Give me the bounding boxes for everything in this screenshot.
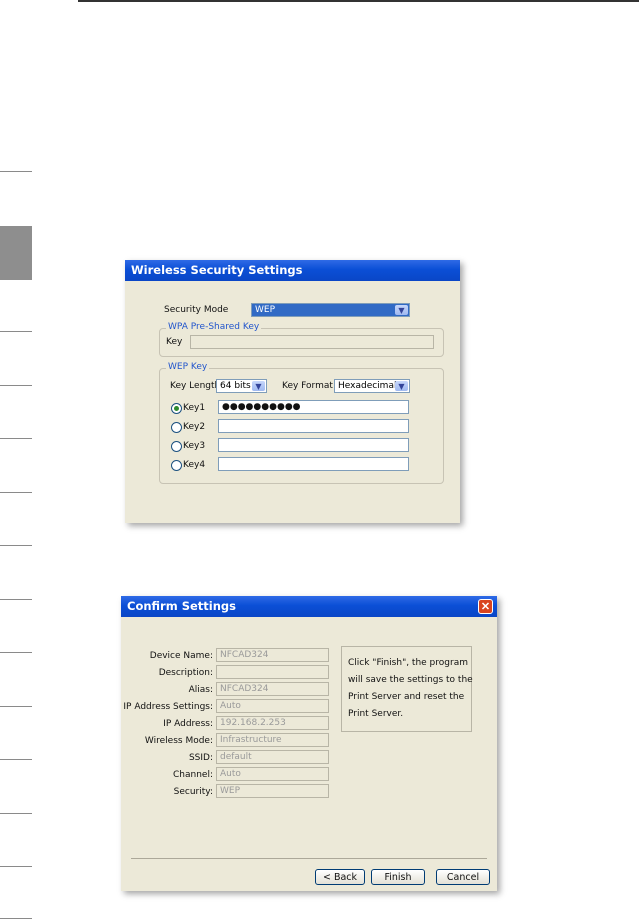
ssid-field: default <box>216 750 329 764</box>
side-divider <box>0 438 32 439</box>
key3-radio[interactable] <box>171 441 182 452</box>
side-divider <box>0 171 32 172</box>
side-divider <box>0 918 32 919</box>
confirm-settings-dialog: Confirm Settings ✕ Device Name: NFCAD324… <box>121 596 497 891</box>
wpa-group: WPA Pre-Shared Key Key <box>159 322 444 357</box>
field-label: Device Name: <box>149 651 213 661</box>
wpa-key-label: Key <box>166 337 183 347</box>
security-mode-value: WEP <box>255 305 276 315</box>
security-mode-select[interactable]: WEP ▼ <box>251 303 410 317</box>
field-label: IP Address Settings: <box>123 702 213 712</box>
key1-input[interactable]: ●●●●●●●●●● <box>218 400 409 414</box>
channel-field: Auto <box>216 767 329 781</box>
field-label: Wireless Mode: <box>144 736 213 746</box>
device-name-field: NFCAD324 <box>216 648 329 662</box>
key2-radio[interactable] <box>171 422 182 433</box>
key-length-select[interactable]: 64 bits ▼ <box>216 379 267 393</box>
key-length-value: 64 bits <box>220 381 251 391</box>
side-divider <box>0 652 32 653</box>
field-label: SSID: <box>188 753 213 763</box>
chevron-down-icon[interactable]: ▼ <box>395 305 408 315</box>
info-line: will save the settings to the <box>348 675 473 685</box>
key4-radio[interactable] <box>171 460 182 471</box>
security-mode-label: Security Mode <box>164 305 229 315</box>
field-label: Channel: <box>173 770 213 780</box>
close-icon[interactable]: ✕ <box>478 599 493 614</box>
side-divider <box>0 385 32 386</box>
dialog-title: Wireless Security Settings <box>131 263 303 277</box>
key-format-select[interactable]: Hexadecimal ▼ <box>334 379 410 393</box>
side-divider <box>0 813 32 814</box>
ip-address-field: 192.168.2.253 <box>216 716 329 730</box>
side-divider <box>0 706 32 707</box>
finish-button[interactable]: Finish <box>371 869 425 885</box>
key3-input[interactable] <box>218 438 409 452</box>
title-bar: Wireless Security Settings <box>125 260 460 281</box>
divider <box>131 858 487 859</box>
wep-group-title: WEP Key <box>166 362 210 372</box>
key-length-label: Key Length <box>170 381 221 391</box>
key1-radio[interactable] <box>171 403 182 414</box>
field-label: Security: <box>173 787 213 797</box>
dialog-title: Confirm Settings <box>127 599 236 613</box>
wpa-group-title: WPA Pre-Shared Key <box>166 322 262 332</box>
field-label: Description: <box>158 668 213 678</box>
key2-input[interactable] <box>218 419 409 433</box>
alias-field: NFCAD324 <box>216 682 329 696</box>
description-field <box>216 665 329 679</box>
top-rule <box>78 0 639 2</box>
chevron-down-icon[interactable]: ▼ <box>252 381 265 391</box>
side-divider <box>0 492 32 493</box>
key2-label: Key2 <box>183 422 206 432</box>
side-divider <box>0 331 32 332</box>
side-divider <box>0 866 32 867</box>
field-label: Alias: <box>188 685 213 695</box>
info-line: Print Server and reset the <box>348 692 465 702</box>
wireless-mode-field: Infrastructure <box>216 733 329 747</box>
wpa-key-input[interactable] <box>190 335 434 349</box>
security-field: WEP <box>216 784 329 798</box>
field-label: IP Address: <box>163 719 213 729</box>
title-bar: Confirm Settings ✕ <box>121 596 497 617</box>
cancel-button[interactable]: Cancel <box>436 869 490 885</box>
info-line: Print Server. <box>348 709 404 719</box>
info-box: Click "Finish", the program will save th… <box>341 646 473 732</box>
side-divider <box>0 545 32 546</box>
back-button[interactable]: < Back <box>315 869 365 885</box>
wep-group: WEP Key Key Length 64 bits ▼ Key Format … <box>159 362 444 484</box>
chevron-down-icon[interactable]: ▼ <box>395 381 408 391</box>
side-divider <box>0 759 32 760</box>
side-divider <box>0 599 32 600</box>
info-line: Click "Finish", the program <box>348 658 468 668</box>
ip-settings-field: Auto <box>216 699 329 713</box>
key-format-label: Key Format <box>282 381 333 391</box>
key-format-value: Hexadecimal <box>338 381 397 391</box>
key4-label: Key4 <box>183 460 206 470</box>
side-tab-active <box>0 226 32 280</box>
key1-label: Key1 <box>183 403 206 413</box>
key3-label: Key3 <box>183 441 206 451</box>
key4-input[interactable] <box>218 457 409 471</box>
wireless-security-dialog: Wireless Security Settings Security Mode… <box>125 260 460 523</box>
